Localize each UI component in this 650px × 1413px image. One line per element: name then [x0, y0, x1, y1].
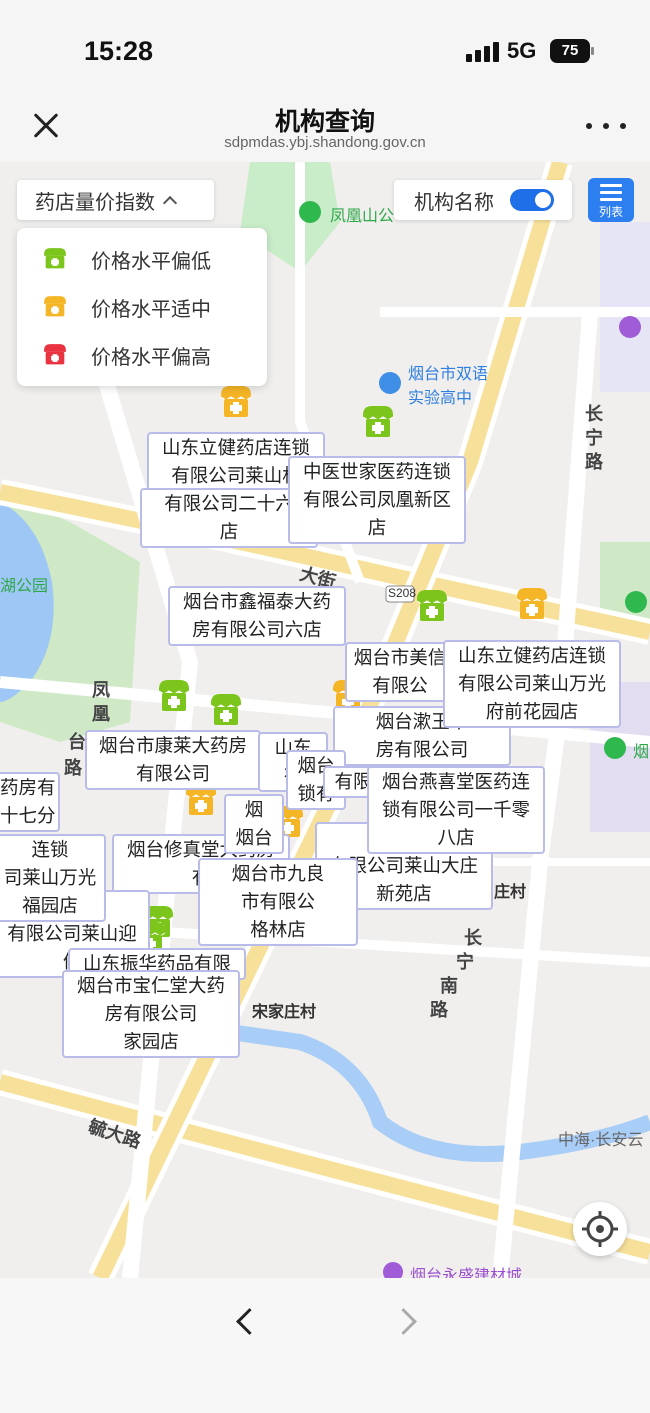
legend-label: 价格水平偏低 — [91, 250, 211, 273]
poi-label: 烟 — [633, 744, 650, 761]
more-icon[interactable] — [586, 118, 626, 134]
road-label: 宁 — [585, 428, 603, 448]
list-icon — [600, 184, 622, 202]
poi-label: 烟台市双语 — [408, 366, 489, 383]
road-label: 路 — [430, 1000, 448, 1020]
pharmacy-callout[interactable]: 烟台市美信 有限公 — [345, 642, 455, 702]
poi-label: S208 — [388, 586, 417, 600]
poi-label: 宋家庄村 — [252, 1004, 317, 1021]
map-view[interactable]: 长 宁 路 凤 凰 台 路 长 宁 南 路 毓大路 大街 凤凰山公 烟台市双语 … — [0, 162, 650, 1278]
road-label: 凤 — [92, 680, 110, 700]
pharmacy-callout[interactable]: 药房有 十七分 — [0, 772, 60, 832]
signal-icon — [466, 42, 500, 62]
pharmacy-marker-icon[interactable] — [360, 402, 396, 442]
pharmacy-yellow-icon — [44, 296, 66, 317]
road-label: 长 — [585, 404, 603, 424]
poi-label: 庄村 — [494, 884, 527, 901]
pharmacy-marker-icon[interactable] — [514, 584, 550, 624]
status-time: 15:28 — [84, 36, 154, 66]
page-title: 机构查询 — [274, 108, 375, 136]
network-type: 5G — [507, 38, 537, 63]
road-label: 路 — [585, 452, 603, 472]
pharmacy-callout[interactable]: 中医世家医药连锁 有限公司凤凰新区店 — [288, 456, 466, 544]
dropdown-label: 药店量价指数 — [35, 191, 155, 214]
institution-name-toggle[interactable]: 机构名称 — [394, 180, 572, 220]
poi-label: 烟台永盛建材城 — [410, 1268, 523, 1278]
legend-label: 价格水平适中 — [91, 298, 211, 321]
pharmacy-marker-icon[interactable] — [414, 586, 450, 626]
pharmacy-marker-icon[interactable] — [218, 382, 254, 422]
toggle-label: 机构名称 — [414, 191, 494, 214]
pharmacy-callout[interactable]: 烟台燕喜堂医药连 锁有限公司一千零 八店 — [367, 766, 545, 854]
road-label: 南 — [440, 976, 458, 996]
road-label: 台 — [68, 732, 86, 752]
pharmacy-callout[interactable]: 山东立健药店连锁 有限公司莱山万光 府前花园店 — [443, 640, 621, 728]
nav-header: 机构查询 sdpmdas.ybj.shandong.gov.cn — [0, 96, 650, 162]
forward-arrow-icon[interactable] — [392, 1306, 422, 1336]
legend-item-high[interactable]: 价格水平偏高 — [41, 340, 211, 370]
pharmacy-marker-icon[interactable] — [208, 690, 244, 730]
pharmacy-callout[interactable]: 烟烟台 — [224, 794, 284, 854]
battery-icon: 75 — [550, 39, 594, 63]
crosshair-icon — [582, 1211, 618, 1247]
price-legend: 价格水平偏低 价格水平适中 价格水平偏高 — [17, 228, 267, 386]
browser-bottom-bar — [0, 1278, 650, 1413]
toggle-switch[interactable] — [510, 189, 554, 211]
pharmacy-marker-icon[interactable] — [156, 676, 192, 716]
pharmacy-callout[interactable]: 烟台市鑫福泰大药 房有限公司六店 — [168, 586, 346, 646]
road-label: 凰 — [92, 704, 110, 724]
poi-label: 中海·长安云 — [558, 1132, 644, 1149]
legend-label: 价格水平偏高 — [91, 346, 211, 369]
pharmacy-callout[interactable]: 烟台市康莱大药房 有限公司 — [85, 730, 261, 790]
road-label: 宁 — [456, 952, 474, 972]
pharmacy-callout[interactable]: 烟台市九良 市有限公 格林店 — [198, 858, 358, 946]
price-index-dropdown[interactable]: 药店量价指数 — [17, 180, 214, 220]
pharmacy-green-icon — [44, 248, 66, 269]
legend-item-low[interactable]: 价格水平偏低 — [41, 244, 211, 274]
back-arrow-icon[interactable] — [230, 1306, 260, 1336]
chevron-up-icon — [162, 195, 178, 211]
pharmacy-red-icon — [44, 344, 66, 365]
page-url: sdpmdas.ybj.shandong.gov.cn — [224, 134, 426, 151]
pharmacy-callout[interactable]: 烟台市宝仁堂大药 房有限公司 家园店 — [62, 970, 240, 1058]
poi-label: 凤凰山公 — [330, 208, 395, 225]
list-label: 列表 — [598, 205, 623, 219]
poi-label: 实验高中 — [408, 390, 473, 407]
status-bar: 15:28 5G 75 — [0, 0, 650, 96]
locate-button[interactable] — [573, 1202, 627, 1256]
road-label: 路 — [64, 758, 82, 778]
poi-label: 湖公园 — [0, 578, 49, 595]
pharmacy-callout[interactable]: 连锁 司莱山万光 福园店 — [0, 834, 106, 922]
list-view-button[interactable]: 列表 — [588, 178, 634, 222]
legend-item-medium[interactable]: 价格水平适中 — [41, 292, 211, 322]
road-label: 长 — [464, 928, 482, 948]
